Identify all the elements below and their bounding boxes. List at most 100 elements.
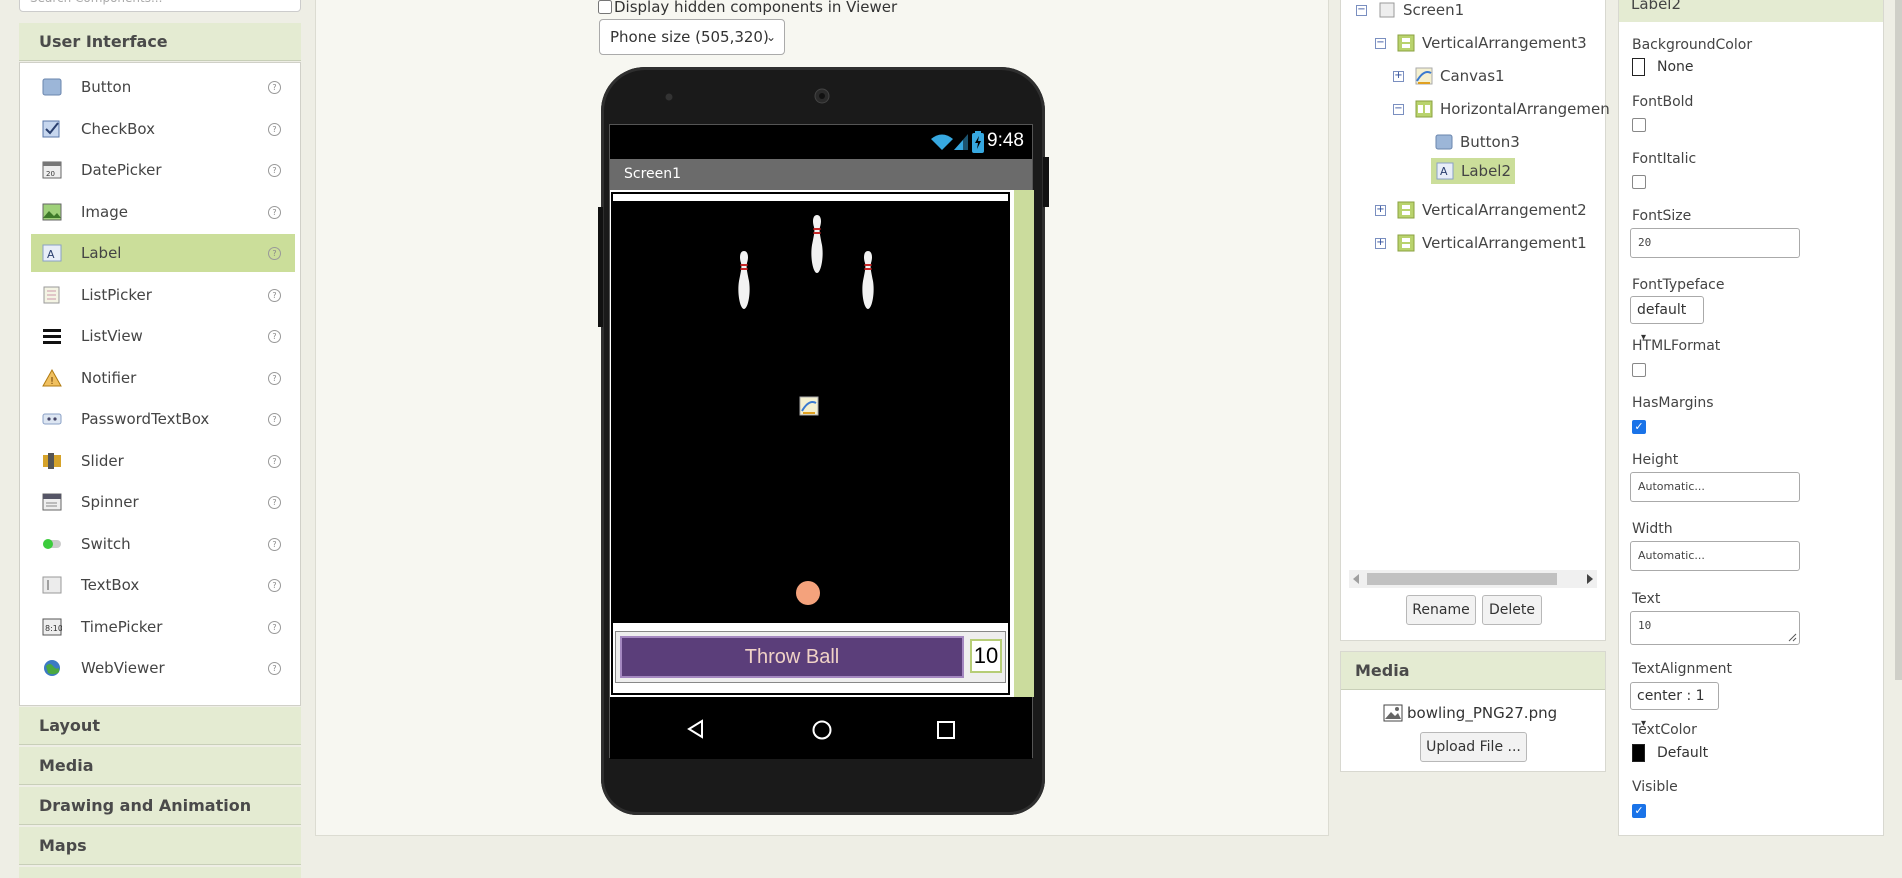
palette-item-button[interactable]: Button ? bbox=[31, 68, 295, 106]
checkbox-icon bbox=[41, 119, 63, 139]
help-icon[interactable]: ? bbox=[268, 163, 281, 177]
media-file-name: bowling_PNG27.png bbox=[1407, 704, 1558, 722]
canvas-icon bbox=[1414, 67, 1434, 85]
help-icon[interactable]: ? bbox=[268, 495, 281, 509]
collapse-icon[interactable]: − bbox=[1393, 103, 1404, 115]
prop-width-input[interactable]: Automatic... bbox=[1630, 541, 1800, 571]
palette-item-label: CheckBox bbox=[81, 120, 156, 138]
media-file-item[interactable]: bowling_PNG27.png bbox=[1383, 704, 1557, 722]
palette-item-timepicker[interactable]: 8:10 TimePicker ? bbox=[31, 608, 295, 646]
expand-icon[interactable]: + bbox=[1375, 204, 1386, 216]
palette-item-checkbox[interactable]: CheckBox ? bbox=[31, 110, 295, 148]
help-icon[interactable]: ? bbox=[268, 454, 281, 468]
help-icon[interactable]: ? bbox=[268, 246, 281, 260]
drawer-drawing-animation[interactable]: Drawing and Animation bbox=[19, 787, 301, 825]
help-icon[interactable]: ? bbox=[268, 661, 281, 675]
tree-node-screen1[interactable]: − Screen1 bbox=[1356, 0, 1464, 23]
prop-text-textarea[interactable]: 10 bbox=[1630, 611, 1800, 645]
palette-item-image[interactable]: Image ? bbox=[31, 193, 295, 231]
components-horizontal-scrollbar[interactable] bbox=[1349, 570, 1597, 588]
phone-size-select[interactable]: Phone size (505,320) ⌄ bbox=[599, 19, 785, 55]
tree-node-canvas1[interactable]: + Canvas1 bbox=[1393, 63, 1505, 89]
label2-score[interactable]: 10 bbox=[970, 639, 1002, 673]
palette-item-textbox[interactable]: TextBox ? bbox=[31, 566, 295, 604]
help-icon[interactable]: ? bbox=[268, 620, 281, 634]
palette-item-passwordtextbox[interactable]: PasswordTextBox ? bbox=[31, 400, 295, 438]
android-nav-bar bbox=[610, 697, 1032, 759]
horizontal-arrangement[interactable]: Throw Ball 10 bbox=[615, 631, 1006, 683]
prop-fontsize-label: FontSize bbox=[1632, 208, 1692, 224]
palette-item-datepicker[interactable]: 20 DatePicker ? bbox=[31, 151, 295, 189]
rename-button[interactable]: Rename bbox=[1406, 595, 1476, 625]
tree-node-button3[interactable]: Button3 bbox=[1434, 129, 1520, 155]
collapse-icon[interactable]: − bbox=[1356, 4, 1367, 16]
prop-fontsize-input[interactable]: 20 bbox=[1630, 228, 1800, 258]
palette-item-webviewer[interactable]: WebViewer ? bbox=[31, 649, 295, 687]
help-icon[interactable]: ? bbox=[268, 371, 281, 385]
canvas1[interactable] bbox=[613, 201, 1008, 623]
prop-fontitalic-checkbox[interactable] bbox=[1632, 175, 1646, 189]
drawer-maps[interactable]: Maps bbox=[19, 827, 301, 865]
prop-htmlformat-checkbox[interactable] bbox=[1632, 363, 1646, 377]
tree-node-verticalarrangement1[interactable]: + VerticalArrangement1 bbox=[1375, 230, 1587, 256]
prop-backgroundcolor-picker[interactable]: None bbox=[1632, 58, 1694, 76]
help-icon[interactable]: ? bbox=[268, 205, 281, 219]
prop-fontbold-checkbox[interactable] bbox=[1632, 118, 1646, 132]
palette-item-switch[interactable]: Switch ? bbox=[31, 525, 295, 563]
tree-node-verticalarrangement2[interactable]: + VerticalArrangement2 bbox=[1375, 197, 1587, 223]
search-components-input[interactable]: Search Components... bbox=[19, 0, 301, 12]
password-icon bbox=[41, 409, 63, 429]
scrollbar-thumb[interactable] bbox=[1367, 573, 1557, 585]
drawer-more[interactable] bbox=[19, 867, 301, 878]
palette-item-label-component[interactable]: A Label ? bbox=[31, 234, 295, 272]
scroll-right-icon[interactable] bbox=[1587, 574, 1593, 584]
help-icon[interactable]: ? bbox=[268, 288, 281, 302]
drawer-media[interactable]: Media bbox=[19, 747, 301, 785]
prop-visible-checkbox[interactable]: ✓ bbox=[1632, 804, 1646, 818]
bowling-ball[interactable] bbox=[796, 581, 820, 605]
help-icon[interactable]: ? bbox=[268, 412, 281, 426]
collapse-icon[interactable]: − bbox=[1375, 37, 1386, 49]
prop-backgroundcolor-value: None bbox=[1657, 59, 1694, 75]
drawer-user-interface[interactable]: User Interface bbox=[19, 23, 301, 61]
display-hidden-toggle[interactable]: Display hidden components in Viewer bbox=[598, 0, 897, 16]
expand-icon[interactable]: + bbox=[1375, 237, 1386, 249]
screen-content[interactable]: Throw Ball 10 bbox=[610, 190, 1034, 697]
palette-item-notifier[interactable]: ! Notifier ? bbox=[31, 359, 295, 397]
prop-textcolor-picker[interactable]: Default bbox=[1632, 744, 1708, 762]
throw-ball-button[interactable]: Throw Ball bbox=[620, 636, 964, 678]
palette-item-spinner[interactable]: Spinner ? bbox=[31, 483, 295, 521]
vertical-arrangement3[interactable]: Throw Ball 10 bbox=[611, 192, 1010, 695]
tree-node-verticalarrangement3[interactable]: − VerticalArrangement3 bbox=[1375, 30, 1587, 56]
help-icon[interactable]: ? bbox=[268, 537, 281, 551]
status-time: 9:48 bbox=[987, 130, 1024, 151]
upload-file-button[interactable]: Upload File ... bbox=[1420, 732, 1527, 762]
page-scrollbar[interactable] bbox=[1895, 0, 1902, 680]
palette-item-listview[interactable]: ListView ? bbox=[31, 317, 295, 355]
button-icon bbox=[1434, 133, 1454, 151]
scroll-left-icon[interactable] bbox=[1353, 574, 1359, 584]
prop-hasmargins-checkbox[interactable]: ✓ bbox=[1632, 420, 1646, 434]
palette-item-label: Button bbox=[81, 78, 132, 96]
tree-node-label2[interactable]: A Label2 bbox=[1431, 158, 1516, 184]
display-hidden-checkbox[interactable] bbox=[598, 0, 612, 14]
help-icon[interactable]: ? bbox=[268, 80, 281, 94]
expand-icon[interactable]: + bbox=[1393, 70, 1404, 82]
resize-grip-icon[interactable] bbox=[1788, 633, 1797, 642]
prop-fonttypeface-dropdown[interactable]: default ▾ bbox=[1630, 296, 1704, 343]
tree-label: Screen1 bbox=[1403, 1, 1465, 19]
prop-height-input[interactable]: Automatic... bbox=[1630, 472, 1800, 502]
drawer-layout[interactable]: Layout bbox=[19, 707, 301, 745]
palette-item-slider[interactable]: Slider ? bbox=[31, 442, 295, 480]
prop-hasmargins-label: HasMargins bbox=[1632, 395, 1714, 411]
help-icon[interactable]: ? bbox=[268, 122, 281, 136]
help-icon[interactable]: ? bbox=[268, 578, 281, 592]
delete-button[interactable]: Delete bbox=[1482, 595, 1542, 625]
palette-item-label: ListPicker bbox=[81, 286, 152, 304]
help-icon[interactable]: ? bbox=[268, 329, 281, 343]
prop-textalignment-dropdown[interactable]: center : 1 ▾ bbox=[1630, 682, 1719, 729]
palette-item-listpicker[interactable]: ListPicker ? bbox=[31, 276, 295, 314]
label-icon: A bbox=[41, 243, 63, 263]
phone-screen: 9:48 Screen1 Throw Ball 10 bbox=[609, 124, 1034, 759]
tree-node-horizontalarrangement[interactable]: − HorizontalArrangemen bbox=[1393, 96, 1610, 122]
